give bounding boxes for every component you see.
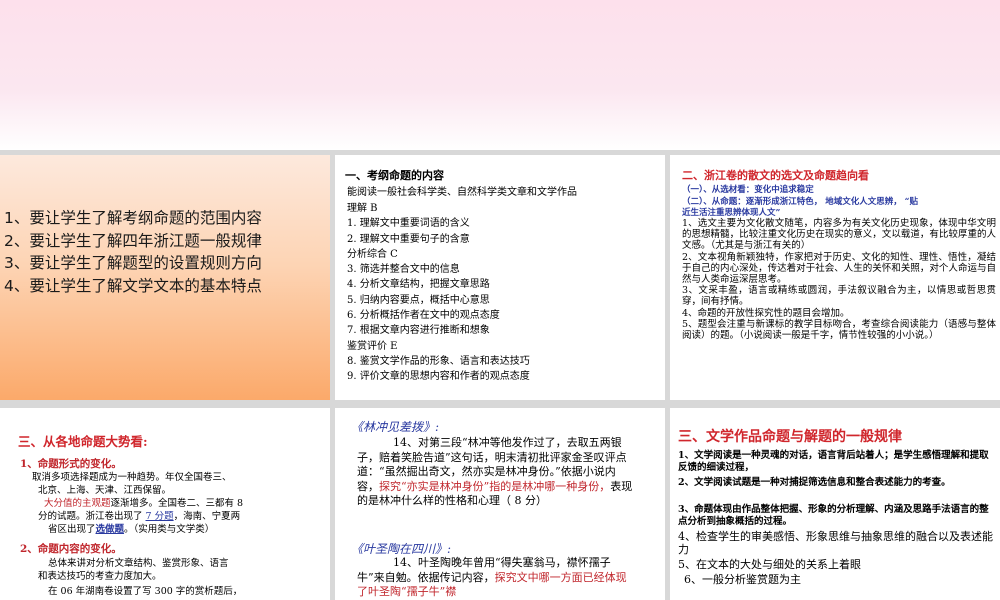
subheading: （一）、从选材看：变化中追求稳定 [682, 185, 814, 195]
body-line: 在 06 年湖南卷设置了写 300 字的赏析题后， [48, 586, 243, 597]
syllabus-list: 理解 B 1. 理解文中重要词语的含义 2. 理解文中重要句子的含意 分析综合 … [347, 201, 530, 385]
trend-list: 1、选文主要为文化散文随笔，内容多为有关文化历史现象，体现中华文明的思想精髓，比… [682, 218, 996, 341]
intro-text: 能阅读一般社会科学类、自然科学类文章和文学作品 [347, 187, 577, 198]
body-text: 分的试题。浙江卷出现了 [38, 511, 146, 522]
question-source: 《叶圣陶在四川》: [351, 542, 452, 556]
trend-item: 1、选文主要为文化散文随笔，内容多为有关文化历史现象，体现中华文明的思想精髓，比… [682, 218, 996, 252]
rule-item: 6、一般分析鉴赏题为主 [684, 573, 801, 586]
slide-title: 三、文学作品命题与解题的一般规律 [678, 429, 902, 445]
syllabus-line: 分析综合 C [347, 248, 398, 260]
syllabus-line: 7. 根据文章内容进行推断和想象 [347, 325, 490, 337]
body-text: 省区出现了 [48, 524, 96, 535]
rule-item: 1、文学阅读是一种灵魂的对话，语言背后站着人；是学生感悟理解和提取反馈的细读过程… [678, 450, 989, 473]
goal-item: 2、要让学生了解四年浙江题一般规律 [4, 231, 262, 250]
body-line: 总体来讲对分析文章结构、鉴赏形象、语言 [48, 558, 229, 569]
slide-general-rules[interactable]: 三、文学作品命题与解题的一般规律 1、文学阅读是一种灵魂的对话，语言背后站着人；… [670, 408, 1000, 600]
trend-item: 2、文本视角新颖独特，作家把对于历史、文化的知性、理性、悟性，凝结于自己的内心深… [682, 251, 996, 286]
syllabus-line: 8. 鉴赏文学作品的形象、语言和表达技巧 [347, 355, 530, 367]
subheading: 近生活注重思辨体现人文” [682, 208, 781, 218]
body-line: 大分值的主观题逐渐增多。全国卷二、三都有 8 [44, 498, 243, 511]
goal-item: 3、要让学生了解题型的设置规则方向 [4, 254, 262, 272]
section-heading: 1、命题形式的变化。 [20, 458, 122, 470]
slide-title: 一、考纲命题的内容 [345, 169, 444, 182]
rule-item: 4、检查学生的审美感悟、形象思维与抽象思维的融合以及表述能力 [678, 530, 993, 556]
rule-item: 5、在文本的大处与细处的关系上着眼 [678, 558, 861, 571]
section-heading: 2、命题内容的变化。 [20, 543, 122, 555]
goal-list: 1、要让学生了解考纲命题的范围内容 2、要让学生了解四年浙江题一般规律 3、要让… [4, 207, 262, 297]
slide-title: 二、浙江卷的散文的选文及命题趋向看 [682, 169, 869, 182]
syllabus-line: 理解 B [347, 203, 378, 214]
slide-regional-trends[interactable]: 三、从各地命题大势看: 1、命题形式的变化。 取消多项选择题成为一种趋势。年仅全… [0, 408, 330, 600]
highlight-text: 大分值的主观题 [44, 498, 111, 509]
goal-item: 4、要让学生了解文学文本的基本特点 [4, 276, 262, 295]
rule-item: 3、命题体现由作品整体把握、形象的分析理解、内涵及思路手法语言的整点分析到抽象概… [678, 504, 989, 527]
slide-zhejiang-trends[interactable]: 二、浙江卷的散文的选文及命题趋向看 （一）、从选材看：变化中追求稳定 （二）、从… [670, 155, 1000, 400]
question-text: 14、叶圣陶晚年曾用“得失塞翁马，襟怀孺子牛”来自勉。依据传记内容，探究文中哪一… [357, 556, 637, 600]
trend-item: 4、命题的开放性探究性的题目会增加。 [682, 307, 850, 319]
body-line: 北京、上海、天津、江西保留。 [38, 485, 172, 496]
syllabus-line: 6. 分析概括作者在文中的观点态度 [347, 310, 500, 322]
body-text: 逐渐增多。全国卷二、三都有 8 [110, 498, 244, 509]
question-text: 14、对第三段“林冲等他发作过了，去取五两银子，赔着笑脸告道”这句话，明末清初批… [357, 436, 637, 509]
highlight-text: 选做题 [95, 524, 125, 535]
grid-divider [0, 400, 1000, 408]
trend-item: 3、文采丰盈，语言或精练或圆润，手法叙议融合为主，以情思或哲思贯穿，间有抒情。 [682, 285, 996, 308]
trend-item: 5、题型会注重与新课标的教学目标吻合，考查综合阅读能力（语感与整体阅读）的题。（… [682, 318, 996, 342]
body-text: 。（实用类与文学类） [124, 524, 215, 535]
slide-syllabus[interactable]: 一、考纲命题的内容 能阅读一般社会科学类、自然科学类文章和文学作品 理解 B 1… [335, 155, 665, 400]
syllabus-line: 9. 评价文章的思想内容和作者的观点态度 [347, 371, 530, 383]
syllabus-line: 5. 归纳内容要点，概括中心意思 [347, 294, 490, 306]
slide-goals[interactable]: 1、要让学生了解考纲命题的范围内容 2、要让学生了解四年浙江题一般规律 3、要让… [0, 155, 330, 400]
goal-item: 1、要让学生了解考纲命题的范围内容 [4, 209, 262, 227]
body-line: 取消多项选择题成为一种趋势。年仅全国卷三、 [32, 472, 232, 483]
slide-exam-questions[interactable]: 《林冲见差拨》: 14、对第三段“林冲等他发作过了，去取五两银子，赔着笑脸告道”… [335, 408, 665, 600]
rule-item: 2、文学阅读试题是一种对捕捉筛选信息和整合表述能力的考查。 [678, 477, 951, 488]
title-band [0, 0, 1000, 150]
syllabus-line: 2. 理解文中重要句子的含意 [347, 233, 470, 245]
syllabus-line: 鉴赏评价 E [347, 340, 398, 352]
body-line: 省区出现了选做题。（实用类与文学类） [48, 524, 214, 537]
slide-title: 三、从各地命题大势看: [18, 434, 148, 449]
highlight-text: 7 分题 [145, 511, 174, 522]
syllabus-line: 1. 理解文中重要词语的含义 [347, 218, 470, 230]
question-source: 《林冲见差拨》: [351, 420, 440, 434]
body-line: 和表达技巧的考查力度加大。 [38, 571, 162, 582]
syllabus-line: 3. 筛选并整合文中的信息 [347, 264, 460, 276]
syllabus-line: 4. 分析文章结构，把握文章思路 [347, 279, 490, 291]
body-line: 分的试题。浙江卷出现了 7 分题，海南、宁夏两 [38, 511, 240, 524]
question-highlight: 探究“亦实是林冲身份”指的是林冲哪一种身份， [379, 479, 611, 493]
body-text: ，海南、宁夏两 [173, 511, 241, 522]
